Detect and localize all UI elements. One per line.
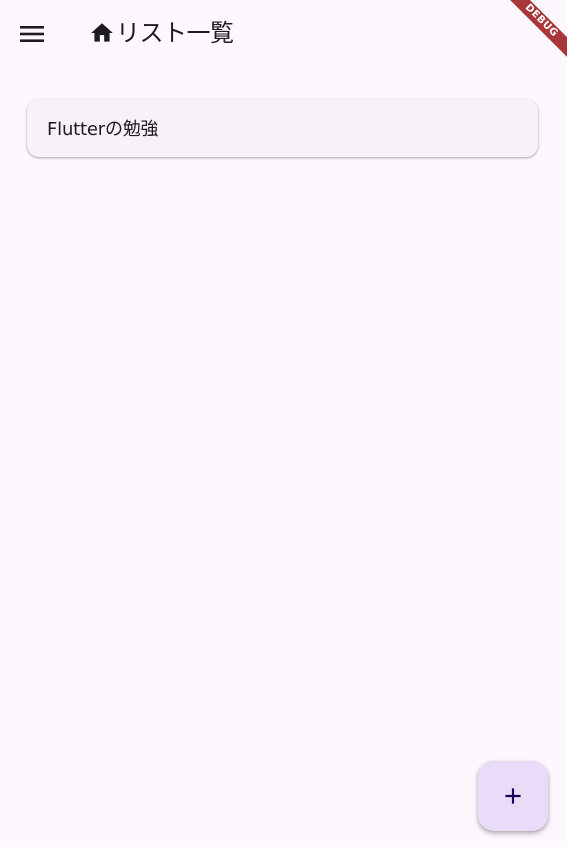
todo-list: Flutterの勉強 bbox=[27, 99, 538, 157]
list-item-title: Flutterの勉強 bbox=[47, 119, 159, 140]
menu-button[interactable] bbox=[10, 14, 54, 54]
list-item[interactable]: Flutterの勉強 bbox=[27, 99, 538, 157]
app-bar-title: リスト一覧 bbox=[89, 17, 234, 49]
home-icon bbox=[89, 20, 115, 46]
add-icon bbox=[500, 783, 526, 809]
app-bar: リスト一覧 bbox=[0, 0, 567, 66]
add-button[interactable] bbox=[478, 761, 548, 831]
page-title: リスト一覧 bbox=[116, 19, 234, 47]
menu-icon bbox=[20, 26, 44, 42]
